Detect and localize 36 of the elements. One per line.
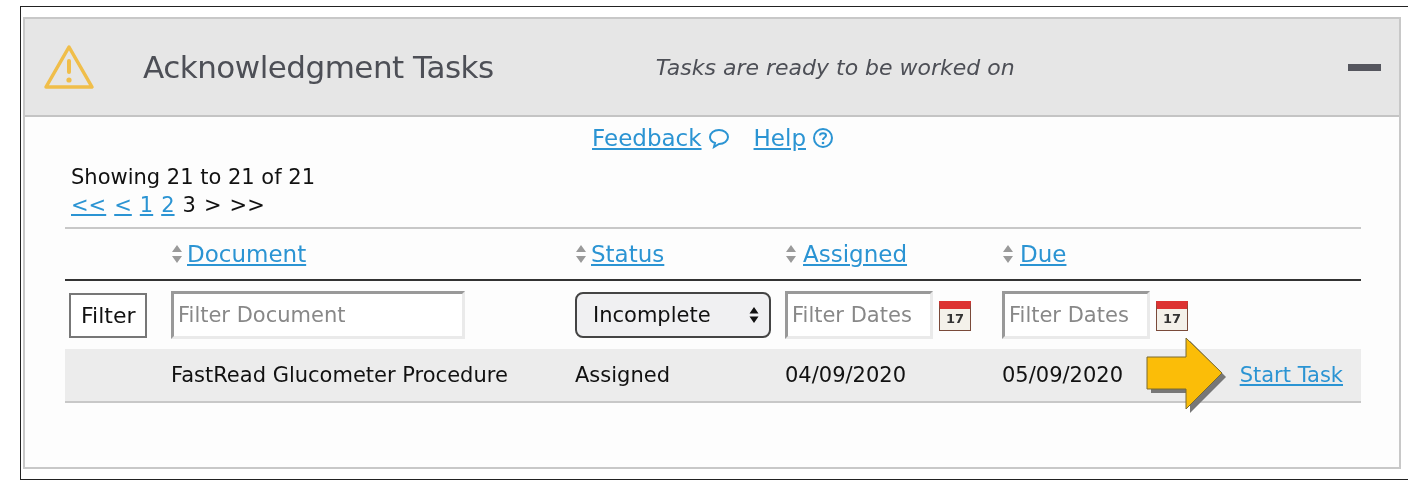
column-header-link[interactable]: Document [187,241,307,267]
sort-icon[interactable] [171,244,183,264]
speech-bubble-icon [707,127,730,149]
panel-title: Acknowledgment Tasks [143,49,494,85]
date-filter-field[interactable]: Filter Dates [785,291,933,339]
table-cell: Assigned [575,363,670,387]
start-task-link[interactable]: Start Task [1239,363,1343,387]
table-cell: 05/09/2020 [1002,363,1124,387]
sort-icon[interactable] [785,244,797,264]
warning-icon [43,43,95,91]
help-icon [812,127,834,149]
up-down-arrows-icon [749,306,759,324]
date-filter-field[interactable]: Filter Dates [1002,291,1150,339]
panel-subtitle: Tasks are ready to be worked on [655,54,1015,80]
sort-icon[interactable] [575,244,587,264]
sort-icon[interactable] [1002,244,1014,264]
calendar-icon[interactable]: 17 [939,301,971,331]
page-link[interactable]: << [71,193,107,217]
current-page: 3 [182,193,196,217]
document-filter-field[interactable]: Filter Document [171,291,465,339]
results-summary: Showing 21 to 21 of 21 [71,165,316,189]
page-link[interactable]: < [114,193,132,217]
feedback-link[interactable]: Feedback [592,125,702,151]
page-nav-text: > [203,193,222,217]
page-nav-text: >> [229,193,265,217]
status-select[interactable]: Incomplete [575,292,771,338]
column-header-link[interactable]: Due [1020,241,1067,267]
calendar-icon[interactable]: 17 [1156,301,1188,331]
column-header-link[interactable]: Assigned [803,241,908,267]
page-link[interactable]: 2 [161,193,175,217]
help-link[interactable]: Help [753,125,806,151]
column-header-link[interactable]: Status [591,241,665,267]
table-cell: FastRead Glucometer Procedure [171,363,508,387]
table-cell: 04/09/2020 [785,363,907,387]
filter-button[interactable]: Filter [69,292,148,338]
page-link[interactable]: 1 [139,193,154,217]
